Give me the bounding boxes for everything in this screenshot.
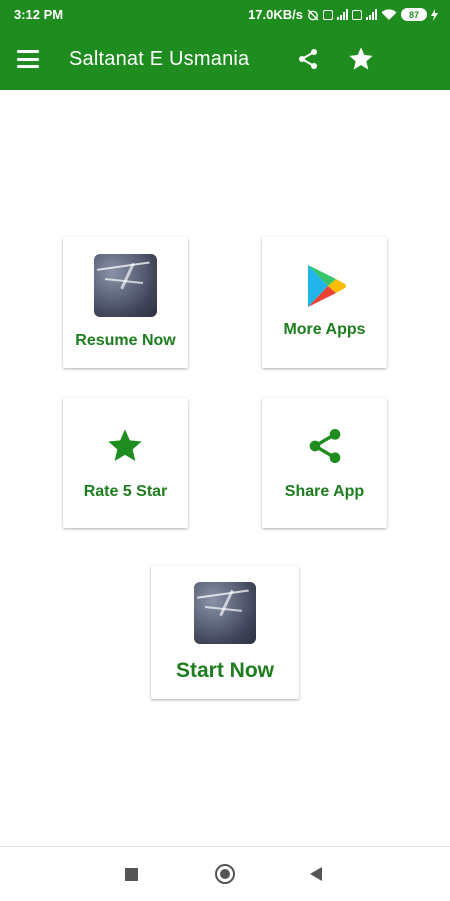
network-speed: 17.0KB/s bbox=[248, 7, 303, 22]
more-apps-card[interactable]: More Apps bbox=[262, 237, 387, 368]
status-time: 3:12 PM bbox=[14, 7, 64, 22]
back-icon[interactable] bbox=[310, 867, 322, 881]
share-app-card[interactable]: Share App bbox=[262, 398, 387, 528]
book-cover-thumbnail bbox=[94, 254, 157, 317]
recents-icon[interactable] bbox=[125, 868, 138, 881]
star-icon[interactable] bbox=[347, 45, 375, 73]
rate-card[interactable]: Rate 5 Star bbox=[63, 398, 188, 528]
battery-icon: 87 bbox=[401, 8, 427, 21]
share-app-label: Share App bbox=[284, 483, 365, 500]
rate-label: Rate 5 Star bbox=[83, 483, 168, 500]
wifi-icon bbox=[381, 8, 397, 20]
more-apps-label: More Apps bbox=[283, 321, 366, 338]
rate-star-icon bbox=[108, 429, 142, 461]
sim1-icon bbox=[323, 9, 333, 20]
menu-icon[interactable] bbox=[17, 50, 39, 68]
resume-now-label: Resume Now bbox=[75, 332, 176, 349]
alarm-off-icon bbox=[307, 9, 319, 20]
share-icon[interactable] bbox=[296, 47, 320, 71]
signal-1-icon bbox=[337, 9, 348, 20]
share-app-icon bbox=[309, 429, 341, 463]
page-title: Saltanat E Usmania bbox=[69, 48, 250, 70]
status-icons: 17.0KB/s 87 bbox=[248, 7, 438, 22]
signal-2-icon bbox=[366, 9, 377, 20]
app-bar: 3:12 PM 17.0KB/s 87 Saltanat E Usmania bbox=[0, 0, 450, 90]
resume-now-card[interactable]: Resume Now bbox=[63, 237, 188, 368]
system-nav-bar bbox=[0, 846, 450, 901]
start-book-cover-thumbnail bbox=[194, 582, 256, 644]
play-store-icon bbox=[308, 265, 346, 307]
home-icon[interactable] bbox=[215, 864, 235, 884]
status-bar: 3:12 PM 17.0KB/s 87 bbox=[0, 0, 450, 30]
sim2-icon bbox=[352, 9, 362, 20]
toolbar: Saltanat E Usmania bbox=[0, 30, 450, 90]
start-now-label: Start Now bbox=[175, 659, 274, 682]
start-now-card[interactable]: Start Now bbox=[151, 566, 299, 699]
charging-icon bbox=[431, 8, 438, 21]
